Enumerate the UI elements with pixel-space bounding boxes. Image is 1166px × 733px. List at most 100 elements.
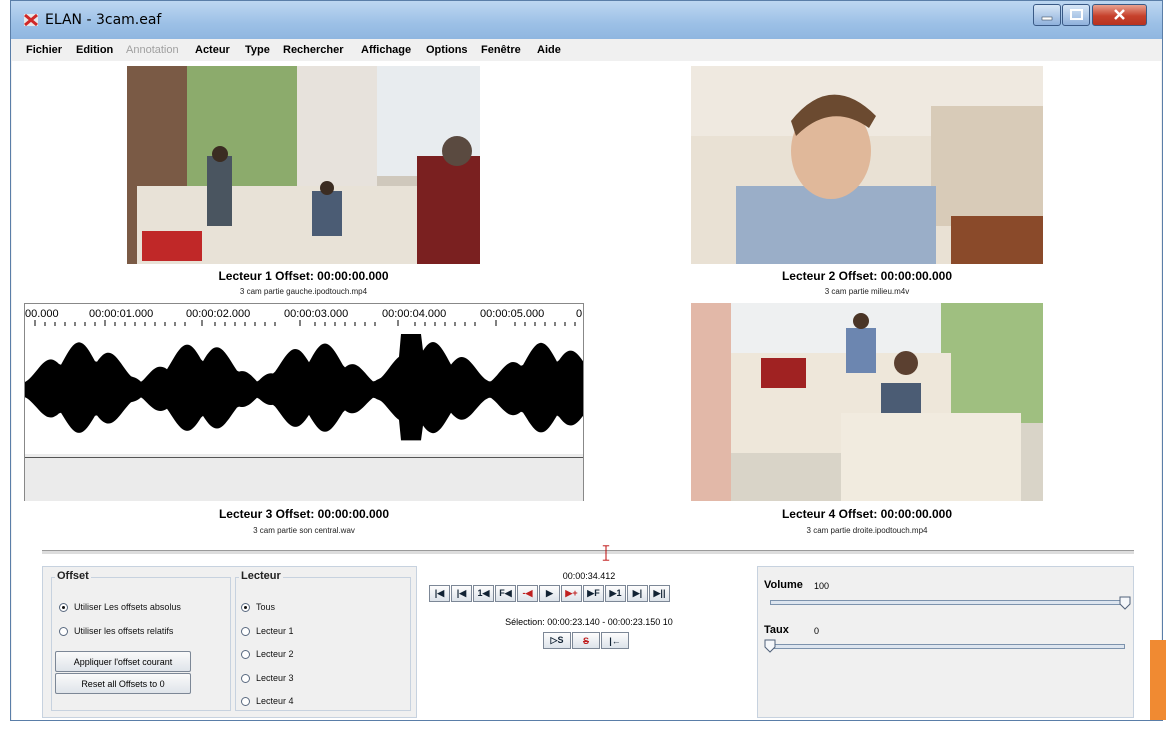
player-2-video[interactable]	[691, 66, 1043, 264]
offset-relative-option[interactable]: Utiliser les offsets relatifs	[59, 626, 173, 636]
close-button[interactable]	[1092, 4, 1147, 26]
selection-mode-button[interactable]: |←	[601, 632, 629, 649]
radio-selected-icon	[241, 602, 250, 612]
rate-label: Taux	[764, 624, 789, 636]
volume-slider-knob[interactable]	[1119, 596, 1131, 610]
title-bar[interactable]: ELAN - 3cam.eaf	[11, 1, 1162, 40]
lecteur-4-option[interactable]: Lecteur 4	[241, 696, 294, 706]
close-icon	[1114, 9, 1125, 20]
rate-slider-track[interactable]	[770, 644, 1125, 649]
next-frame-button[interactable]: ▶F	[583, 585, 604, 602]
previous-pixel-button[interactable]: -◀	[517, 585, 538, 602]
menu-options[interactable]: Options	[426, 44, 468, 56]
radio-icon	[241, 673, 250, 683]
lecteur-1-option[interactable]: Lecteur 1	[241, 626, 294, 636]
play-button[interactable]: ▶	[539, 585, 560, 602]
rate-slider-knob[interactable]	[764, 639, 776, 653]
play-selection-button[interactable]: ▷S	[543, 632, 571, 649]
video-frame-2	[691, 66, 1043, 264]
ruler-ticks	[34, 320, 576, 326]
menu-acteur[interactable]: Acteur	[195, 44, 230, 56]
player-2-file: 3 cam partie milieu.m4v	[824, 287, 910, 296]
previous-frame-button[interactable]: F◀	[495, 585, 516, 602]
lecteur-1-label: Lecteur 1	[256, 626, 294, 636]
maximize-button[interactable]	[1062, 4, 1090, 26]
menu-edition[interactable]: Edition	[76, 44, 113, 56]
lecteur-tous-option[interactable]: Tous	[241, 602, 275, 612]
lecteur-2-option[interactable]: Lecteur 2	[241, 649, 294, 659]
video-frame-4	[691, 303, 1043, 501]
lecteur-3-option[interactable]: Lecteur 3	[241, 673, 294, 683]
reset-offsets-button[interactable]: Reset all Offsets to 0	[55, 673, 191, 694]
player-4-file: 3 cam partie droite.ipodtouch.mp4	[806, 526, 928, 535]
menu-type[interactable]: Type	[245, 44, 270, 56]
offset-relative-label: Utiliser les offsets relatifs	[74, 626, 174, 636]
maximize-icon	[1070, 9, 1083, 20]
menu-rechercher[interactable]: Rechercher	[283, 44, 344, 56]
lecteur-4-label: Lecteur 4	[256, 696, 294, 706]
volume-label: Volume	[764, 579, 803, 591]
video-frame-1	[127, 66, 480, 264]
clear-selection-icon: S	[582, 635, 589, 646]
go-to-begin-button[interactable]: |◀	[429, 585, 450, 602]
window-title: ELAN - 3cam.eaf	[45, 12, 162, 28]
lecteur-2-label: Lecteur 2	[256, 649, 294, 659]
previous-scrollview-button[interactable]: |◀	[451, 585, 472, 602]
next-second-button[interactable]: ▶1	[605, 585, 626, 602]
lecteur-3-label: Lecteur 3	[256, 673, 294, 683]
previous-frame-icon: F◀	[499, 588, 512, 598]
player-1-title: Lecteur 1 Offset: 00:00:00.000	[218, 269, 389, 283]
play-selection-icon: ▷S	[550, 635, 564, 645]
player-2-title: Lecteur 2 Offset: 00:00:00.000	[781, 269, 953, 283]
apply-offset-button[interactable]: Appliquer l'offset courant	[55, 651, 191, 672]
selection-controls: ▷S S |←	[543, 632, 630, 649]
offset-absolute-label: Utiliser Les offsets absolus	[74, 602, 181, 612]
menu-affichage[interactable]: Affichage	[361, 44, 411, 56]
background-accent	[1150, 640, 1166, 720]
radio-icon	[241, 696, 250, 706]
current-time: 00:00:34.412	[562, 571, 616, 581]
lecteur-group-title: Lecteur	[239, 570, 283, 582]
player-1-video[interactable]	[127, 66, 480, 264]
menu-aide[interactable]: Aide	[537, 44, 561, 56]
menu-fenetre[interactable]: Fenêtre	[481, 44, 521, 56]
elan-app-icon	[24, 13, 38, 27]
minimize-button[interactable]	[1033, 4, 1061, 26]
main-content: Lecteur 1 Offset: 00:00:00.000 3 cam par…	[12, 61, 1161, 720]
selection-text: Sélection: 00:00:23.140 - 00:00:23.150 1…	[505, 617, 673, 627]
player-4-title: Lecteur 4 Offset: 00:00:00.000	[781, 507, 953, 521]
waveform-viewer[interactable]: 00.000 00:00:01.000 00:00:02.000 00:00:0…	[24, 303, 584, 501]
player-4-video[interactable]	[691, 303, 1043, 501]
previous-second-icon: 1◀	[477, 588, 490, 598]
playback-controls: |◀ |◀ 1◀ F◀ -◀ ▶ ▶+ ▶F ▶1 ▶| ▶||	[429, 585, 671, 602]
next-scrollview-button[interactable]: ▶|	[627, 585, 648, 602]
offset-absolute-option[interactable]: Utiliser Les offsets absolus	[59, 602, 181, 612]
waveform-annotation-area	[25, 457, 583, 501]
player-3-title: Lecteur 3 Offset: 00:00:00.000	[218, 507, 390, 521]
previous-pixel-icon: -◀	[522, 588, 533, 598]
radio-icon	[241, 626, 250, 636]
next-scrollview-icon: ▶|	[632, 588, 643, 598]
text-cursor-icon	[602, 545, 610, 561]
previous-second-button[interactable]: 1◀	[473, 585, 494, 602]
next-pixel-button[interactable]: ▶+	[561, 585, 582, 602]
volume-slider-track[interactable]	[770, 600, 1125, 605]
rate-value: 0	[814, 626, 820, 636]
next-frame-icon: ▶F	[587, 588, 600, 598]
previous-scrollview-icon: |◀	[456, 588, 467, 598]
go-to-end-icon: ▶||	[653, 588, 666, 598]
go-to-end-button[interactable]: ▶||	[649, 585, 670, 602]
radio-selected-icon	[59, 602, 68, 612]
waveform-area[interactable]	[25, 326, 583, 454]
menu-fichier[interactable]: Fichier	[26, 44, 62, 56]
volume-value: 100	[814, 581, 830, 591]
next-second-icon: ▶1	[609, 588, 622, 598]
offset-group-title: Offset	[55, 570, 91, 582]
clear-selection-button[interactable]: S	[572, 632, 600, 649]
player-1-file: 3 cam partie gauche.ipodtouch.mp4	[239, 287, 368, 296]
waveform-graph	[25, 334, 583, 441]
offset-panel: Offset Utiliser Les offsets absolus Util…	[42, 566, 417, 718]
radio-icon	[241, 649, 250, 659]
menu-annotation[interactable]: Annotation	[126, 44, 179, 56]
viewer-splitter[interactable]	[42, 550, 1134, 555]
